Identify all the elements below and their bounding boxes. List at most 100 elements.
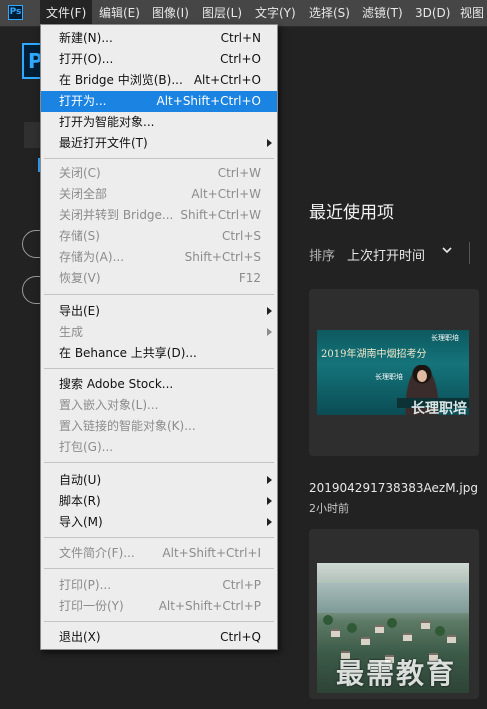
sort-label: 排序 [309,249,336,264]
menu-item-print-one-copy[interactable]: 打印一份(Y) Alt+Shift+Ctrl+P [41,596,277,617]
menu-file[interactable]: 文件(F) [40,0,93,26]
menu-item-print[interactable]: 打印(P)... Ctrl+P [41,575,277,596]
menu-item-shortcut: Shift+Ctrl+S [184,250,261,264]
house-shape [403,633,412,641]
sort-dropdown[interactable]: 上次打开时间 [347,245,425,264]
menu-edit[interactable]: 编辑(E) [93,0,146,26]
thumbnail-bottom-brand: 长理职培 [411,401,467,415]
menu-item-label: 文件简介(F)... [59,546,135,560]
menu-item-label: 存储(S) [59,229,100,243]
tree-shape [347,623,357,633]
menu-item-exit[interactable]: 退出(X) Ctrl+Q [41,627,277,648]
menu-item-open-recent[interactable]: 最近打开文件(T) [41,133,277,154]
menu-item-shortcut: Shift+Ctrl+W [180,208,261,222]
menu-separator [44,568,274,569]
menu-item-shortcut: Alt+Ctrl+W [191,187,261,201]
menu-item-package[interactable]: 打包(G)... [41,437,277,458]
menu-item-shortcut: F12 [238,271,261,285]
menu-item-label: 打印(P)... [59,578,112,592]
house-shape [331,629,340,637]
chevron-down-icon[interactable] [441,244,453,259]
recent-title: 最近使用项 [309,203,394,223]
menu-item-label: 置入嵌入对象(L)... [59,398,159,412]
menu-item-browse-in-bridge[interactable]: 在 Bridge 中浏览(B)... Alt+Ctrl+O [41,70,277,91]
menu-item-label: 退出(X) [59,630,101,644]
menu-item-label: 脚本(R) [59,494,101,508]
menu-item-place-embedded[interactable]: 置入嵌入对象(L)... [41,395,277,416]
house-shape [361,637,370,645]
menu-item-new[interactable]: 新建(N)... Ctrl+N [41,28,277,49]
menu-item-save-as[interactable]: 存储为(A)... Shift+Ctrl+S [41,247,277,268]
menu-filter[interactable]: 滤镜(T) [356,0,409,26]
menu-item-label: 置入链接的智能对象(K)... [59,419,196,433]
lake-area [317,583,469,613]
thumbnail-brand: 长理职培 [431,334,459,342]
menu-separator [44,294,274,295]
house-shape [375,625,384,633]
menu-item-scripts[interactable]: 脚本(R) [41,491,277,512]
photoshop-logo-icon: Ps [8,5,23,20]
menu-item-shortcut: Ctrl+W [217,166,261,180]
menu-item-label: 打开为智能对象... [59,115,155,129]
menu-item-label: 自动(U) [59,473,102,487]
menu-item-save[interactable]: 存储(S) Ctrl+S [41,226,277,247]
menu-select[interactable]: 选择(S) [303,0,356,26]
menu-item-import[interactable]: 导入(M) [41,512,277,533]
menu-item-label: 恢复(V) [59,271,101,285]
menu-item-close-and-go-to-bridge[interactable]: 关闭并转到 Bridge... Shift+Ctrl+W [41,205,277,226]
recent-file-name[interactable]: 201904291738383AezM.jpg [309,481,478,495]
menu-layer[interactable]: 图层(L) [196,0,248,26]
menu-item-close-all[interactable]: 关闭全部 Alt+Ctrl+W [41,184,277,205]
file-menu-dropdown: 新建(N)... Ctrl+N 打开(O)... Ctrl+O 在 Bridge 中… [40,24,278,650]
thumbnail-sub: 长理职培 [375,373,403,381]
menu-item-shortcut: Ctrl+O [220,52,261,66]
recent-file-thumbnail[interactable]: 长理职培 2019年湖南中烟招考分 长理职培 长理职培 [317,330,469,415]
menu-item-shortcut: Alt+Shift+Ctrl+I [162,546,261,560]
menu-item-label: 在 Behance 上共享(D)... [59,346,197,360]
submenu-arrow-icon [267,518,272,526]
house-shape [421,621,430,629]
menu-item-open[interactable]: 打开(O)... Ctrl+O [41,49,277,70]
menu-image[interactable]: 图像(I) [146,0,195,26]
menu-item-generate[interactable]: 生成 [41,322,277,343]
divider [469,242,470,264]
menu-item-label: 新建(N)... [59,31,113,45]
menu-item-label: 关闭全部 [59,187,108,201]
menu-item-shortcut: Ctrl+N [220,31,261,45]
menu-item-file-info[interactable]: 文件简介(F)... Alt+Shift+Ctrl+I [41,543,277,564]
menu-separator [44,462,274,463]
submenu-arrow-icon [267,307,272,315]
menu-item-label: 导入(M) [59,515,103,529]
menu-separator [44,537,274,538]
submenu-arrow-icon [267,328,272,336]
menu-bar: Ps 文件(F) 编辑(E) 图像(I) 图层(L) 文字(Y) 选择(S) 滤… [0,0,487,27]
menu-item-export[interactable]: 导出(E) [41,301,277,322]
menu-type[interactable]: 文字(Y) [249,0,302,26]
menu-item-search-adobe-stock[interactable]: 搜索 Adobe Stock... [41,374,277,395]
menu-item-open-as[interactable]: 打开为... Alt+Shift+Ctrl+O [41,91,277,112]
menu-3d[interactable]: 3D(D) [409,0,456,26]
menu-separator [44,158,274,159]
menu-item-label: 存储为(A)... [59,250,125,264]
thumbnail-banner: 2019年湖南中烟招考分 [321,349,427,360]
menu-item-place-linked[interactable]: 置入链接的智能对象(K)... [41,416,277,437]
menu-item-shortcut: Alt+Shift+Ctrl+O [156,94,261,108]
menu-item-open-as-smart-object[interactable]: 打开为智能对象... [41,112,277,133]
menu-item-automate[interactable]: 自动(U) [41,470,277,491]
menu-item-label: 打包(G)... [59,440,114,454]
menu-item-label: 生成 [59,325,84,339]
menu-item-share-on-behance[interactable]: 在 Behance 上共享(D)... [41,343,277,364]
menu-item-shortcut: Alt+Ctrl+O [193,73,261,87]
menu-item-revert[interactable]: 恢复(V) F12 [41,268,277,289]
menu-item-shortcut: Ctrl+S [221,229,261,243]
menu-item-close[interactable]: 关闭(C) Ctrl+W [41,163,277,184]
tree-shape [323,615,333,625]
menu-item-label: 在 Bridge 中浏览(B)... [59,73,183,87]
menu-view[interactable]: 视图 [454,0,487,26]
tree-shape [435,626,445,636]
menu-item-shortcut: Ctrl+P [222,578,261,592]
submenu-arrow-icon [267,476,272,484]
submenu-arrow-icon [267,139,272,147]
presenter-face [417,370,427,382]
house-shape [447,635,456,643]
